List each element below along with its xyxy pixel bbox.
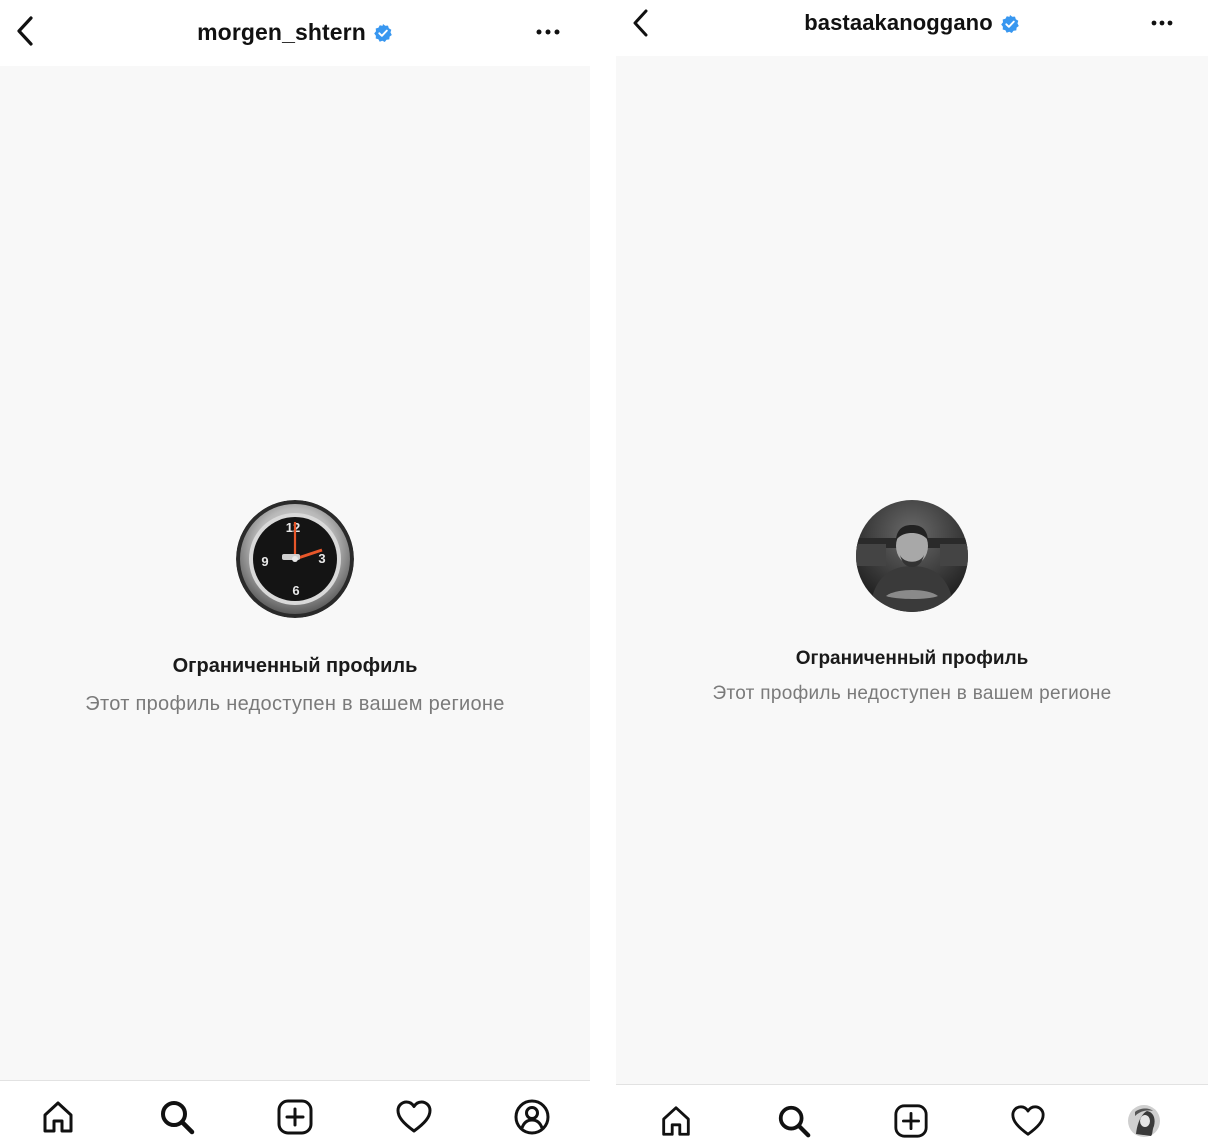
user-avatar-icon bbox=[1128, 1105, 1160, 1137]
more-dots-icon bbox=[1151, 20, 1173, 26]
restricted-profile-message: Этот профиль недоступен в вашем регионе bbox=[85, 693, 505, 715]
svg-text:12: 12 bbox=[286, 520, 300, 535]
tab-activity[interactable] bbox=[1008, 1101, 1048, 1141]
search-icon bbox=[778, 1105, 811, 1138]
verified-badge-icon bbox=[374, 24, 392, 42]
tab-profile[interactable] bbox=[512, 1097, 552, 1137]
restricted-profile-content: Ограниченный профиль Этот профиль недост… bbox=[616, 56, 1208, 1084]
username-label: bastaakanoggano bbox=[804, 10, 993, 35]
tab-search[interactable] bbox=[774, 1101, 814, 1141]
profile-screen-left: morgen_shtern 12 3 6 9 Ограниченный проф… bbox=[0, 0, 590, 1145]
heart-icon bbox=[1011, 1105, 1045, 1136]
more-options-button[interactable] bbox=[532, 17, 564, 47]
profile-avatar bbox=[856, 500, 968, 612]
profile-avatar: 12 3 6 9 bbox=[236, 500, 354, 618]
tab-activity[interactable] bbox=[394, 1097, 434, 1137]
profile-header: morgen_shtern bbox=[0, 0, 590, 66]
svg-text:9: 9 bbox=[261, 554, 268, 569]
profile-title: bastaakanoggano bbox=[616, 7, 1208, 39]
new-post-icon bbox=[894, 1104, 928, 1138]
svg-text:3: 3 bbox=[318, 551, 325, 566]
home-icon bbox=[43, 1101, 73, 1133]
person-photo-avatar-icon bbox=[856, 500, 968, 612]
profile-screen-right: bastaakanoggano Ограниченный профиль Это… bbox=[616, 0, 1208, 1145]
tab-search[interactable] bbox=[157, 1097, 197, 1137]
home-icon bbox=[662, 1106, 690, 1136]
verified-badge-icon bbox=[1000, 15, 1019, 33]
restricted-profile-title: Ограниченный профиль bbox=[795, 648, 1029, 669]
tab-home[interactable] bbox=[38, 1097, 78, 1137]
tab-new-post[interactable] bbox=[275, 1097, 315, 1137]
bottom-tab-bar bbox=[0, 1080, 590, 1145]
restricted-profile-content: 12 3 6 9 Ограниченный профиль Этот профи… bbox=[0, 66, 590, 1080]
tab-profile[interactable] bbox=[1124, 1101, 1164, 1141]
clock-avatar-icon: 12 3 6 9 bbox=[236, 500, 354, 618]
bottom-tab-bar bbox=[616, 1084, 1208, 1145]
more-dots-icon bbox=[536, 29, 560, 35]
new-post-icon bbox=[277, 1099, 313, 1135]
more-options-button[interactable] bbox=[1146, 8, 1178, 38]
profile-icon bbox=[514, 1099, 550, 1135]
username-label: morgen_shtern bbox=[197, 18, 366, 45]
profile-title: morgen_shtern bbox=[0, 16, 590, 48]
svg-text:6: 6 bbox=[292, 583, 299, 598]
tab-home[interactable] bbox=[656, 1101, 696, 1141]
heart-icon bbox=[396, 1100, 432, 1133]
search-icon bbox=[161, 1101, 195, 1135]
restricted-profile-title: Ограниченный профиль bbox=[172, 655, 418, 677]
tab-new-post[interactable] bbox=[891, 1101, 931, 1141]
restricted-profile-message: Этот профиль недоступен в вашем регионе bbox=[712, 683, 1112, 704]
profile-header: bastaakanoggano bbox=[616, 0, 1208, 56]
